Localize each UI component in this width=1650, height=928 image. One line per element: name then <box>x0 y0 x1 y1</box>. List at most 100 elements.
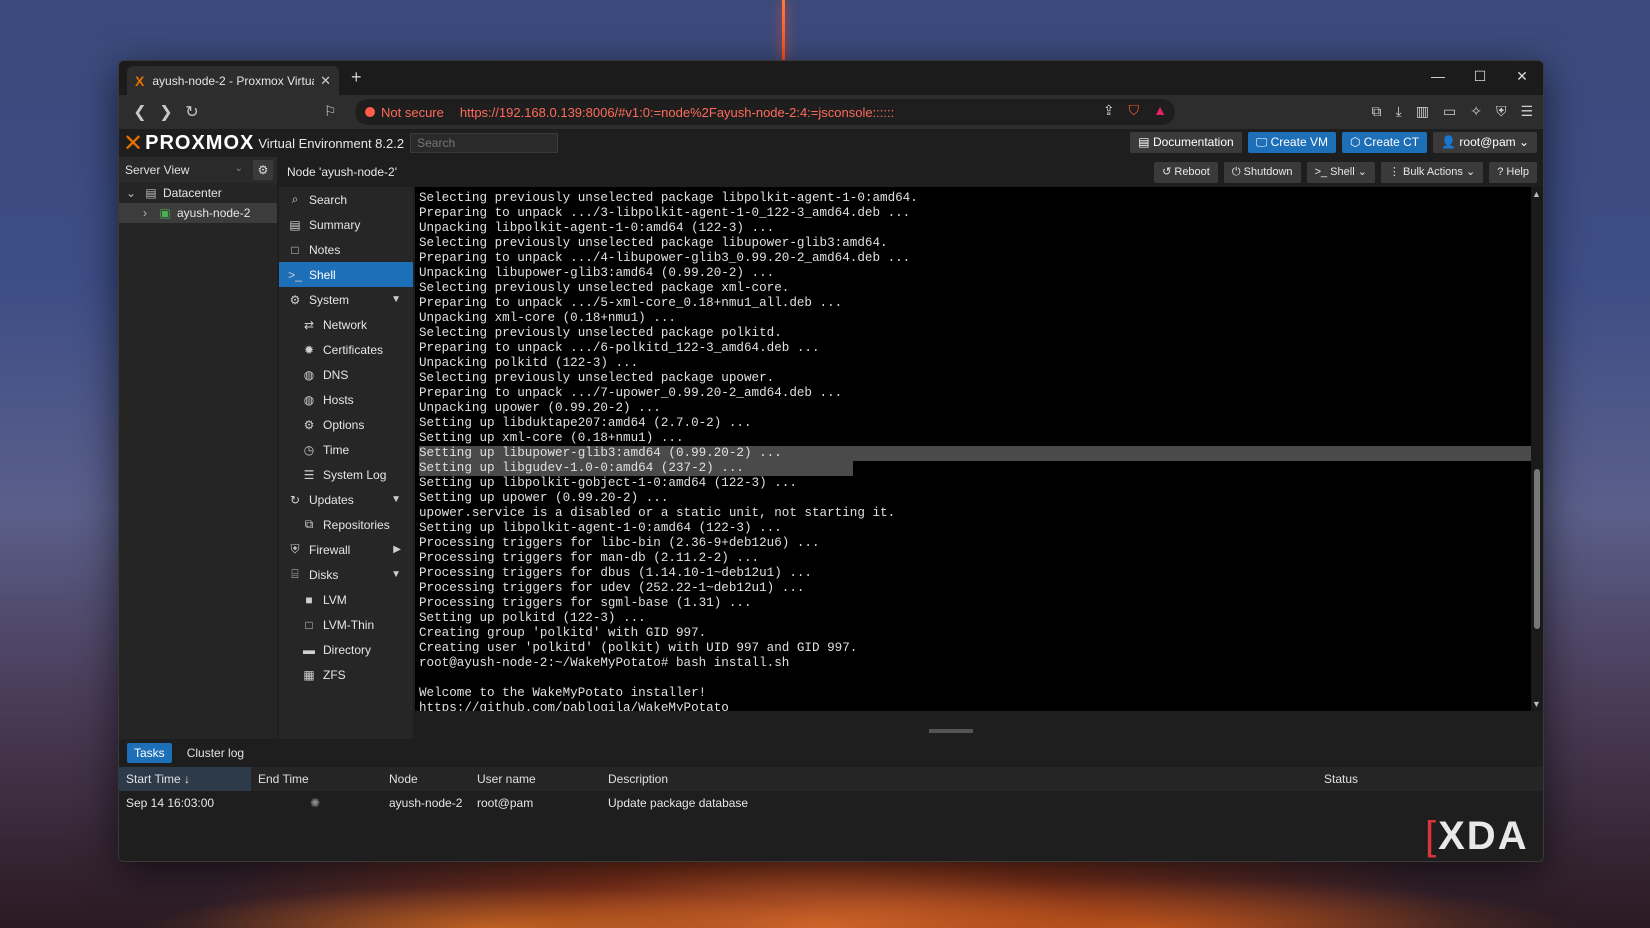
menu-item-dns[interactable]: ◍ DNS <box>279 362 413 387</box>
menu-item-label: System Log <box>323 467 387 482</box>
tree-item-datacenter[interactable]: ⌄ ▤ Datacenter <box>119 183 277 203</box>
minimize-icon[interactable]: — <box>1417 61 1459 91</box>
create-ct-button[interactable]: ⬡ Create CT <box>1341 132 1428 153</box>
brave-rewards-icon[interactable]: ▲ <box>1153 102 1167 119</box>
panel-splitter[interactable] <box>929 729 973 733</box>
search-icon: ⌕ <box>291 192 299 206</box>
menu-item-shell[interactable]: >_ Shell <box>279 262 413 287</box>
column-node[interactable]: Node <box>382 772 470 786</box>
collapse-icon[interactable]: ⌄ <box>123 186 139 200</box>
close-window-icon[interactable]: ✕ <box>1501 61 1543 91</box>
terminal-line: Setting up libpolkit-gobject-1-0:amd64 (… <box>419 476 797 490</box>
address-bar[interactable]: Not secure https://192.168.0.139:8006/#v… <box>355 99 1175 125</box>
menu-item-system[interactable]: ⚙ System ▼ <box>279 287 413 312</box>
view-selector[interactable]: Server View ⌄ ⚙ <box>119 157 277 183</box>
terminal-line: Preparing to unpack .../5-xml-core_0.18+… <box>419 296 843 310</box>
tree-item-node[interactable]: › ▣ ayush-node-2 <box>119 203 277 223</box>
proxmox-favicon-icon: X <box>135 72 145 89</box>
tasks-tab-bar: Tasks Cluster log <box>119 739 1543 767</box>
table-row[interactable]: Sep 14 16:03:00 ✺ ayush-node-2 root@pam … <box>119 791 1543 815</box>
menu-item-label: Options <box>323 417 365 432</box>
download-icon[interactable]: ⤓ <box>1396 103 1402 120</box>
menu-item-lvm[interactable]: ■ LVM <box>279 587 413 612</box>
tab-tasks[interactable]: Tasks <box>127 743 172 763</box>
leo-ai-icon[interactable]: ✧ <box>1470 103 1482 120</box>
menu-icon[interactable]: ☰ <box>1520 103 1533 120</box>
help-button[interactable]: ? Help <box>1489 162 1537 183</box>
menu-item-directory[interactable]: ▬ Directory <box>279 637 413 662</box>
xda-watermark: [XDA <box>1425 814 1529 859</box>
scroll-down-icon[interactable]: ▼ <box>1532 699 1541 709</box>
reboot-button[interactable]: ↺ Reboot <box>1154 162 1218 183</box>
expand-caret-icon[interactable]: ▶ <box>393 544 401 555</box>
menu-item-zfs[interactable]: ▦ ZFS <box>279 662 413 687</box>
bookmark-icon[interactable]: ⚐ <box>324 103 337 120</box>
notes-icon: □ <box>291 242 299 257</box>
scrollbar-thumb[interactable] <box>1534 469 1540 629</box>
column-end-time[interactable]: End Time <box>251 772 382 786</box>
expand-caret-icon[interactable]: ▼ <box>391 294 401 305</box>
menu-item-search[interactable]: ⌕ Search <box>279 187 413 212</box>
menu-item-notes[interactable]: □ Notes <box>279 237 413 262</box>
shell-button[interactable]: >_ Shell ⌄ <box>1306 162 1375 183</box>
cell-end-time: ✺ <box>251 796 382 810</box>
menu-item-system-log[interactable]: ☰ System Log <box>279 462 413 487</box>
screenshot-icon[interactable]: ⧉ <box>1372 103 1382 120</box>
terminal-scrollbar[interactable]: ▲ ▼ <box>1531 187 1543 711</box>
create-vm-button[interactable]: 🖵 Create VM <box>1247 132 1336 153</box>
gear-icon[interactable]: ⚙ <box>253 160 273 180</box>
menu-item-options[interactable]: ⚙ Options <box>279 412 413 437</box>
terminal-line: Preparing to unpack .../4-libupower-glib… <box>419 251 911 265</box>
menu-item-network[interactable]: ⇄ Network <box>279 312 413 337</box>
reload-icon[interactable]: ↻ <box>179 102 205 122</box>
bulk-actions-button[interactable]: ⋮ Bulk Actions ⌄ <box>1380 162 1484 183</box>
share-icon[interactable]: ⇪ <box>1103 102 1115 119</box>
global-search-input[interactable]: Search <box>410 133 559 153</box>
menu-item-updates[interactable]: ↻ Updates ▼ <box>279 487 413 512</box>
maximize-icon[interactable]: ☐ <box>1459 61 1501 91</box>
security-indicator[interactable]: Not secure <box>365 105 444 120</box>
column-status[interactable]: Status <box>1317 772 1497 786</box>
terminal-line: Processing triggers for dbus (1.14.10-1~… <box>419 566 812 580</box>
menu-item-firewall[interactable]: ⛨ Firewall ▶ <box>279 537 413 562</box>
wallet-icon[interactable]: ▭ <box>1443 103 1456 120</box>
browser-tab[interactable]: X ayush-node-2 - Proxmox Virtual ✕ <box>127 66 339 95</box>
menu-item-label: Updates <box>309 492 354 507</box>
sidebar-icon[interactable]: ▥ <box>1416 103 1429 120</box>
menu-item-summary[interactable]: ▤ Summary <box>279 212 413 237</box>
tab-close-icon[interactable]: ✕ <box>320 73 331 89</box>
terminal-line: Setting up polkitd (122-3) ... <box>419 611 646 625</box>
menu-item-repositories[interactable]: ⧉ Repositories <box>279 512 413 537</box>
documentation-button[interactable]: ▤ Documentation <box>1130 132 1242 153</box>
url-text[interactable]: https://192.168.0.139:8006/#v1:0:=node%2… <box>460 105 894 120</box>
summary-icon: ▤ <box>289 217 301 232</box>
menu-item-hosts[interactable]: ◍ Hosts <box>279 387 413 412</box>
terminal-line: Setting up libgudev-1.0-0:amd64 (237-2) … <box>419 461 1531 476</box>
menu-item-disks[interactable]: ⌸ Disks ▼ <box>279 562 413 587</box>
back-icon[interactable]: ❮ <box>127 102 153 122</box>
expand-caret-icon[interactable]: ▼ <box>391 494 401 505</box>
column-start-time[interactable]: Start Time ↓ <box>119 767 251 791</box>
menu-item-time[interactable]: ◷ Time <box>279 437 413 462</box>
forward-icon[interactable]: ❯ <box>153 102 179 122</box>
menu-item-label: Summary <box>309 217 361 232</box>
brave-shields-icon[interactable]: ⛉ <box>1129 102 1140 119</box>
shell-terminal[interactable]: Selecting previously unselected package … <box>415 187 1531 711</box>
user-menu-button[interactable]: 👤 root@pam ⌄ <box>1433 132 1537 153</box>
expand-icon[interactable]: › <box>137 206 153 220</box>
menu-item-lvm-thin[interactable]: □ LVM-Thin <box>279 612 413 637</box>
new-tab-button[interactable]: + <box>351 67 362 88</box>
expand-caret-icon[interactable]: ▼ <box>391 569 401 580</box>
node-menu: ⌕ Search ▤ Summary □ Notes >_ Shell ⚙ System ▼ ⇄ Net… <box>279 187 413 739</box>
shutdown-button[interactable]: ⏻ Shutdown <box>1223 162 1301 183</box>
vpn-icon[interactable]: ⛨ <box>1496 103 1507 120</box>
chevron-down-icon[interactable]: ⌄ <box>235 163 243 174</box>
menu-item-certificates[interactable]: ✹ Certificates <box>279 337 413 362</box>
column-description[interactable]: Description <box>601 772 1317 786</box>
network-icon: ⇄ <box>303 317 315 332</box>
tab-cluster-log[interactable]: Cluster log <box>180 743 251 763</box>
system-log-icon: ☰ <box>303 467 315 482</box>
scroll-up-icon[interactable]: ▲ <box>1532 189 1541 199</box>
column-user-name[interactable]: User name <box>470 772 601 786</box>
tab-bar: X ayush-node-2 - Proxmox Virtual ✕ + — ☐… <box>119 61 1543 95</box>
